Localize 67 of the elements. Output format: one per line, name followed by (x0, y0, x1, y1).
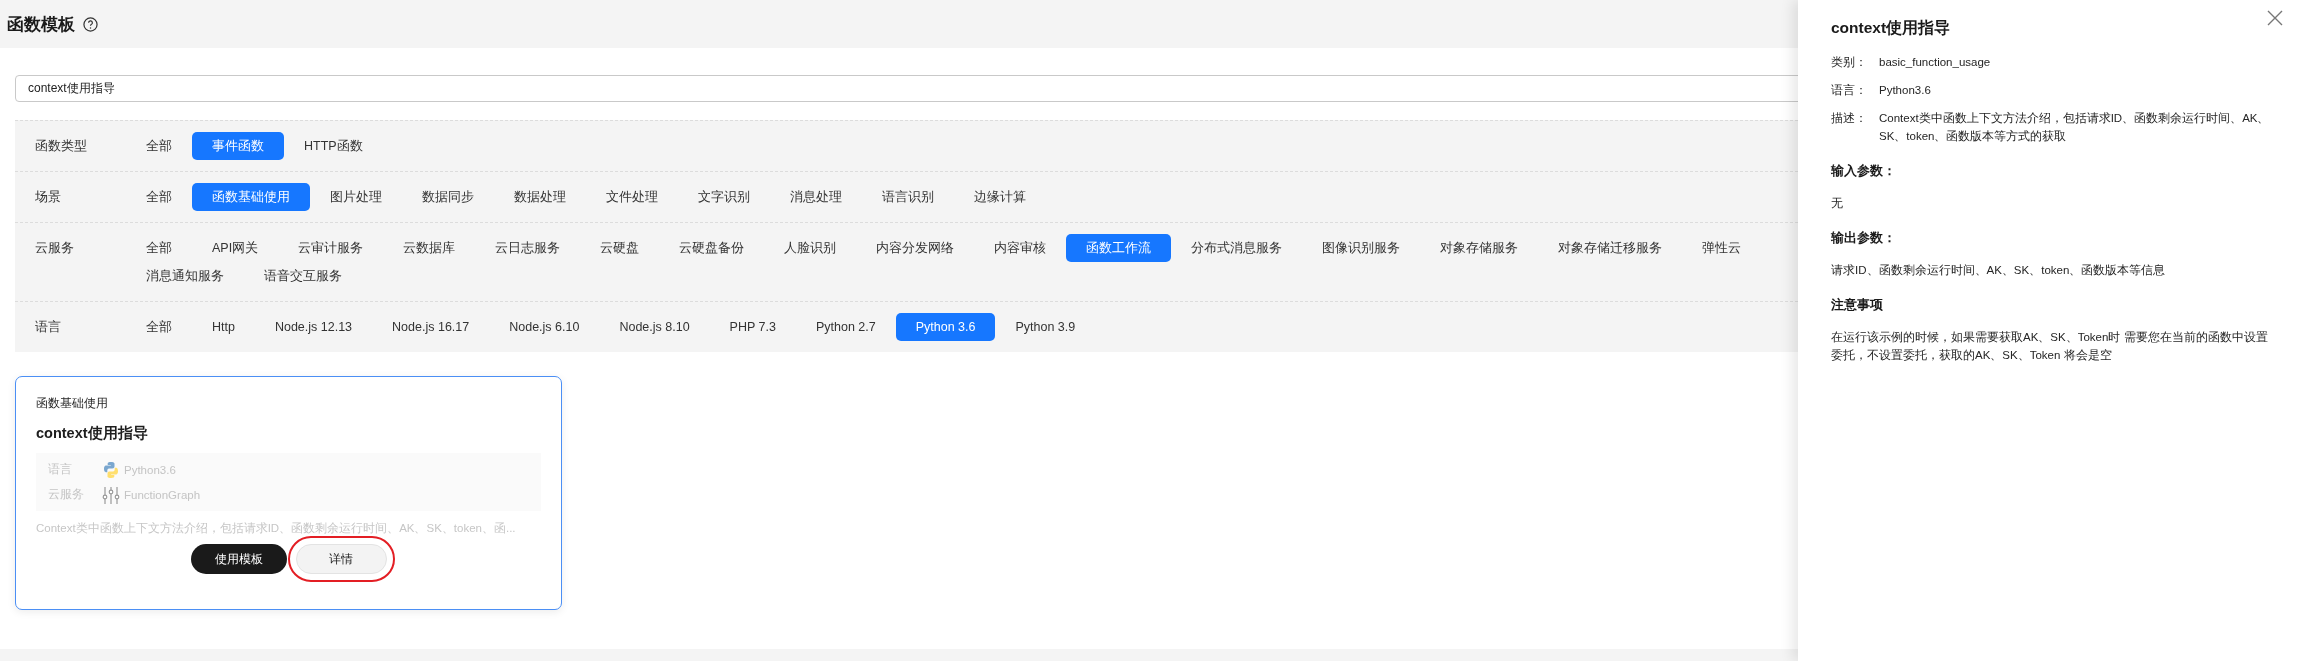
filter-option[interactable]: 语音交互服务 (244, 262, 362, 290)
filter-option[interactable]: 云审计服务 (278, 234, 384, 262)
section-text: 无 (1831, 196, 1844, 211)
section-heading: 注意事项 (1831, 297, 1884, 314)
sliders-icon (102, 485, 120, 504)
filter-option[interactable]: 图像识别服务 (1302, 234, 1421, 262)
filter-option[interactable]: 内容审核 (974, 234, 1067, 262)
section-heading: 输出参数： (1831, 230, 1897, 247)
filter-option[interactable]: 图片处理 (310, 183, 402, 211)
filter-option[interactable]: 消息通知服务 (126, 262, 244, 290)
filter-option[interactable]: Http (192, 313, 255, 341)
filter-option[interactable]: 函数工作流 (1066, 234, 1172, 262)
filter-option[interactable]: Node.js 8.10 (599, 313, 710, 341)
filter-option[interactable]: 全部 (126, 234, 192, 262)
filter-option[interactable]: Node.js 12.13 (254, 313, 373, 341)
filter-label: 语言 (34, 319, 62, 336)
filter-option[interactable]: 事件函数 (192, 132, 284, 160)
filter-option[interactable]: PHP 7.3 (709, 313, 796, 341)
filter-option[interactable]: Python 3.6 (895, 313, 996, 341)
section-heading: 输入参数： (1831, 163, 1897, 180)
close-icon[interactable] (2267, 10, 2283, 26)
filter-option[interactable]: HTTP函数 (284, 132, 383, 160)
filter-option[interactable]: 全部 (126, 132, 192, 160)
card-title: context使用指导 (36, 424, 149, 443)
field-value: Context类中函数上下文方法介绍，包括请求ID、函数剩余运行时间、AK、SK、token、函数版本等方式的获取 (1879, 111, 2271, 144)
filter-option[interactable]: Node.js 6.10 (489, 313, 600, 341)
filter-option[interactable]: 边缘计算 (954, 183, 1046, 211)
filter-option[interactable]: Python 3.9 (995, 313, 1096, 341)
filter-option[interactable]: 对象存储迁移服务 (1538, 234, 1683, 262)
section-text: 请求ID、函数剩余运行时间、AK、SK、token、函数版本等信息 (1831, 263, 2167, 278)
field-value: Python3.6 (1879, 83, 1931, 98)
filter-option[interactable]: 人脸识别 (764, 234, 857, 262)
language-logo-icon (102, 460, 120, 479)
filter-label: 函数类型 (34, 138, 88, 155)
filter-option[interactable]: Node.js 16.17 (372, 313, 490, 341)
field-label: 语言： (1831, 83, 1867, 98)
help-icon[interactable] (83, 16, 98, 32)
field-label: 描述： (1831, 111, 1867, 126)
filter-option[interactable]: 内容分发网络 (856, 234, 975, 262)
filter-option[interactable]: 文件处理 (586, 183, 678, 211)
filter-option[interactable]: 文字识别 (678, 183, 770, 211)
filter-option[interactable]: Python 2.7 (795, 313, 896, 341)
category-label: 函数基础使用 (36, 396, 108, 411)
filter-option[interactable]: 分布式消息服务 (1171, 234, 1303, 262)
filter-option[interactable]: 弹性云 (1682, 234, 1762, 262)
filter-option[interactable]: 云硬盘备份 (659, 234, 765, 262)
filter-option[interactable]: 云数据库 (383, 234, 476, 262)
filter-option[interactable]: 全部 (126, 183, 192, 211)
filter-option[interactable]: 数据同步 (402, 183, 494, 211)
section-text: 在运行该示例的时候，如果需要获取AK、SK、Token时 需要您在当前的函数中设置委托，不设置委托，获取的AK、SK、Token 将会是空 (1831, 330, 2269, 363)
filter-option[interactable]: 全部 (126, 313, 192, 341)
field-value: basic_function_usage (1879, 55, 1991, 70)
drawer-title: context使用指导 (1831, 18, 1952, 38)
filter-option[interactable]: 云硬盘 (580, 234, 660, 262)
filter-option[interactable]: API网关 (192, 234, 279, 262)
filter-label: 场景 (34, 189, 62, 206)
search-field[interactable]: context使用指导 (15, 75, 1798, 102)
filter-option[interactable]: 对象存储服务 (1420, 234, 1539, 262)
filter-option[interactable]: 语言识别 (862, 183, 954, 211)
filter-option[interactable]: 数据处理 (494, 183, 586, 211)
filter-option[interactable]: 消息处理 (770, 183, 862, 211)
field-label: 类别： (1831, 55, 1867, 70)
filter-option[interactable]: 云日志服务 (475, 234, 581, 262)
filter-option[interactable]: 函数基础使用 (192, 183, 310, 211)
page-title: 函数模板 (7, 13, 75, 36)
filter-label: 云服务 (34, 240, 75, 257)
use-template-button[interactable]: 使用模板 (190, 544, 287, 574)
